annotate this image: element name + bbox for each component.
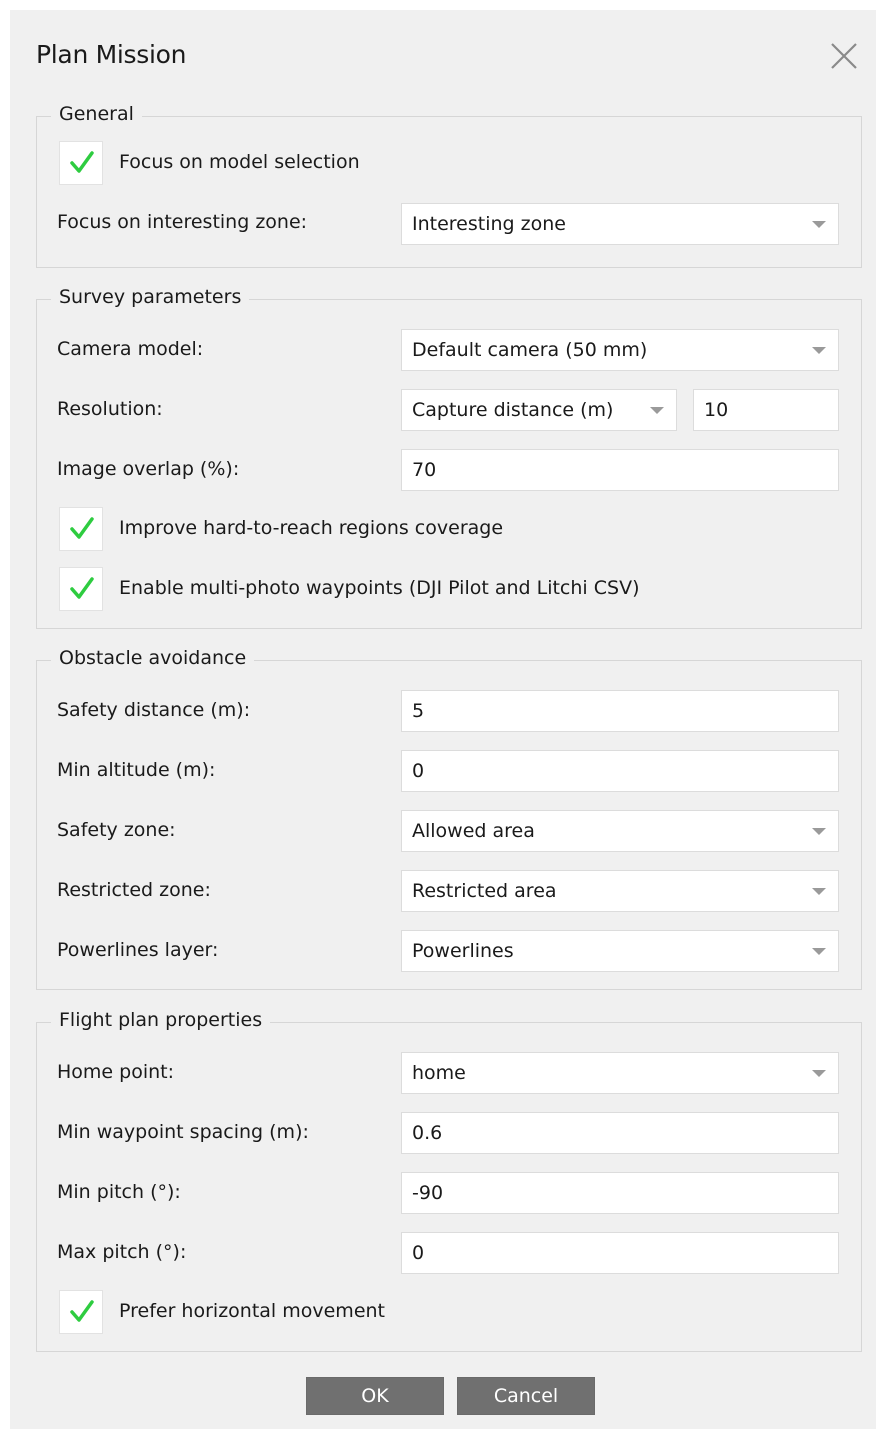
safety-zone-select[interactable]: Allowed area: [401, 810, 839, 852]
chevron-down-icon: [812, 221, 826, 228]
camera-model-value: Default camera (50 mm): [412, 339, 648, 361]
ok-button[interactable]: OK: [306, 1377, 444, 1415]
interesting-zone-value: Interesting zone: [412, 213, 566, 235]
plan-mission-dialog: Plan Mission General Focus on model sele…: [10, 10, 876, 1429]
checkmark-icon: [70, 1300, 94, 1322]
home-point-label: Home point:: [57, 1061, 175, 1083]
camera-model-select[interactable]: Default camera (50 mm): [401, 329, 839, 371]
dialog-title: Plan Mission: [36, 40, 187, 69]
interesting-zone-select[interactable]: Interesting zone: [401, 203, 839, 245]
resolution-label: Resolution:: [57, 398, 163, 420]
resolution-value-input[interactable]: 10: [693, 389, 839, 431]
safety-distance-input[interactable]: 5: [401, 690, 839, 732]
image-overlap-input[interactable]: 70: [401, 449, 839, 491]
powerlines-select[interactable]: Powerlines: [401, 930, 839, 972]
cancel-button[interactable]: Cancel: [457, 1377, 595, 1415]
camera-model-label: Camera model:: [57, 338, 204, 360]
safety-zone-value: Allowed area: [412, 820, 535, 842]
min-altitude-input[interactable]: 0: [401, 750, 839, 792]
close-icon: [831, 43, 857, 69]
obstacle-group: Obstacle avoidance Safety distance (m): …: [36, 647, 862, 990]
hard-regions-label: Improve hard-to-reach regions coverage: [119, 517, 504, 539]
chevron-down-icon: [812, 828, 826, 835]
general-group-title: General: [51, 103, 142, 125]
restricted-zone-value: Restricted area: [412, 880, 557, 902]
chevron-down-icon: [812, 347, 826, 354]
checkmark-icon: [70, 517, 94, 539]
resolution-mode-value: Capture distance (m): [412, 399, 614, 421]
hard-regions-checkbox[interactable]: [59, 507, 103, 551]
general-group: General Focus on model selection Focus o…: [36, 103, 862, 268]
image-overlap-value: 70: [412, 459, 437, 481]
safety-distance-value: 5: [412, 700, 425, 722]
checkmark-icon: [70, 577, 94, 599]
multiphoto-label: Enable multi-photo waypoints (DJI Pilot …: [119, 577, 640, 599]
focus-model-label: Focus on model selection: [119, 151, 360, 173]
horizontal-movement-label: Prefer horizontal movement: [119, 1300, 385, 1322]
safety-distance-label: Safety distance (m):: [57, 699, 251, 721]
focus-model-checkbox[interactable]: [59, 141, 103, 185]
resolution-value: 10: [704, 399, 729, 421]
max-pitch-label: Max pitch (°):: [57, 1241, 187, 1263]
horizontal-movement-checkbox[interactable]: [59, 1290, 103, 1334]
max-pitch-input[interactable]: 0: [401, 1232, 839, 1274]
restricted-zone-select[interactable]: Restricted area: [401, 870, 839, 912]
flight-group-title: Flight plan properties: [51, 1009, 271, 1031]
powerlines-label: Powerlines layer:: [57, 939, 219, 961]
restricted-zone-label: Restricted zone:: [57, 879, 211, 901]
chevron-down-icon: [812, 948, 826, 955]
max-pitch-value: 0: [412, 1242, 425, 1264]
min-altitude-label: Min altitude (m):: [57, 759, 216, 781]
min-pitch-value: -90: [412, 1182, 444, 1204]
close-button[interactable]: [828, 40, 860, 72]
flight-group: Flight plan properties Home point: home …: [36, 1009, 862, 1352]
survey-group-title: Survey parameters: [51, 286, 250, 308]
checkmark-icon: [70, 151, 94, 173]
waypoint-spacing-label: Min waypoint spacing (m):: [57, 1121, 309, 1143]
survey-group: Survey parameters Camera model: Default …: [36, 286, 862, 629]
home-point-select[interactable]: home: [401, 1052, 839, 1094]
image-overlap-label: Image overlap (%):: [57, 458, 240, 480]
min-altitude-value: 0: [412, 760, 425, 782]
multiphoto-checkbox[interactable]: [59, 567, 103, 611]
chevron-down-icon: [650, 407, 664, 414]
home-point-value: home: [412, 1062, 466, 1084]
chevron-down-icon: [812, 888, 826, 895]
min-pitch-label: Min pitch (°):: [57, 1181, 181, 1203]
interesting-zone-label: Focus on interesting zone:: [57, 211, 308, 233]
waypoint-spacing-input[interactable]: 0.6: [401, 1112, 839, 1154]
min-pitch-input[interactable]: -90: [401, 1172, 839, 1214]
resolution-mode-select[interactable]: Capture distance (m): [401, 389, 677, 431]
obstacle-group-title: Obstacle avoidance: [51, 647, 255, 669]
waypoint-spacing-value: 0.6: [412, 1122, 443, 1144]
powerlines-value: Powerlines: [412, 940, 514, 962]
chevron-down-icon: [812, 1070, 826, 1077]
safety-zone-label: Safety zone:: [57, 819, 176, 841]
